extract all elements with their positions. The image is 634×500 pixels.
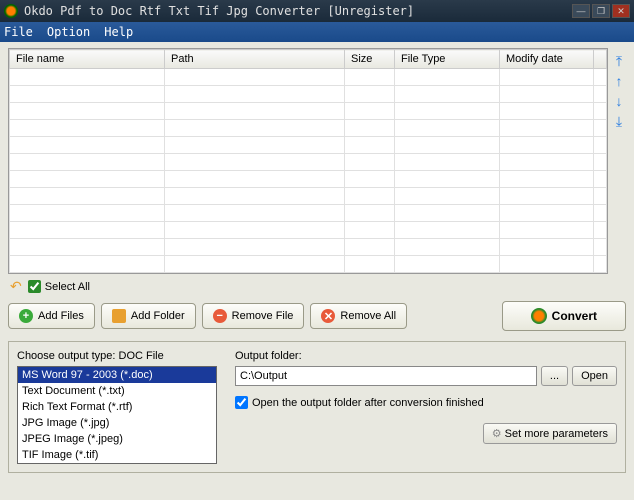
list-item[interactable]: JPG Image (*.jpg) [18, 415, 216, 431]
table-row [10, 256, 607, 273]
move-bottom-icon[interactable]: ⤓ [611, 113, 627, 129]
up-folder-icon[interactable]: ↶ [10, 278, 22, 295]
col-spacer [594, 50, 607, 69]
col-path[interactable]: Path [165, 50, 345, 69]
output-folder-label: Output folder: [235, 350, 617, 362]
file-table[interactable]: File name Path Size File Type Modify dat… [9, 49, 607, 273]
set-more-parameters-button[interactable]: ⚙ Set more parameters [483, 423, 617, 444]
convert-button[interactable]: Convert [502, 301, 626, 331]
table-row [10, 69, 607, 86]
table-row [10, 86, 607, 103]
list-item[interactable]: JPEG Image (*.jpeg) [18, 431, 216, 447]
folder-icon [112, 309, 126, 323]
select-all-label: Select All [45, 281, 90, 293]
remove-file-button[interactable]: −Remove File [202, 303, 305, 329]
add-folder-label: Add Folder [131, 310, 185, 322]
menubar: File Option Help [0, 22, 634, 42]
convert-label: Convert [552, 309, 597, 323]
minimize-button[interactable]: — [572, 4, 590, 18]
file-table-wrap: File name Path Size File Type Modify dat… [8, 48, 608, 274]
list-item[interactable]: MS Word 97 - 2003 (*.doc) [18, 367, 216, 383]
table-row [10, 103, 607, 120]
open-after-label: Open the output folder after conversion … [252, 397, 484, 409]
settings-panel: Choose output type: DOC File MS Word 97 … [8, 341, 626, 473]
table-row [10, 137, 607, 154]
set-more-label: Set more parameters [505, 428, 608, 440]
table-row [10, 154, 607, 171]
table-row [10, 120, 607, 137]
menu-help[interactable]: Help [104, 25, 133, 39]
maximize-button[interactable]: ❐ [592, 4, 610, 18]
add-files-button[interactable]: + Add Files [8, 303, 95, 329]
table-row [10, 171, 607, 188]
col-filetype[interactable]: File Type [395, 50, 500, 69]
col-size[interactable]: Size [345, 50, 395, 69]
open-folder-button[interactable]: Open [572, 366, 617, 386]
col-modifydate[interactable]: Modify date [500, 50, 594, 69]
reorder-arrows: ⤒ ↑ ↓ ⤓ [611, 53, 627, 129]
app-icon [4, 4, 18, 18]
table-row [10, 205, 607, 222]
list-item[interactable]: Text Document (*.txt) [18, 383, 216, 399]
select-all-checkbox[interactable]: Select All [28, 280, 90, 293]
remove-all-label: Remove All [340, 310, 396, 322]
window-title: Okdo Pdf to Doc Rtf Txt Tif Jpg Converte… [24, 4, 572, 18]
add-files-label: Add Files [38, 310, 84, 322]
close-button[interactable]: ✕ [612, 4, 630, 18]
col-filename[interactable]: File name [10, 50, 165, 69]
remove-file-label: Remove File [232, 310, 294, 322]
output-type-label: Choose output type: DOC File [17, 350, 217, 362]
x-icon: ✕ [321, 309, 335, 323]
add-folder-button[interactable]: Add Folder [101, 303, 196, 329]
plus-icon: + [19, 309, 33, 323]
titlebar: Okdo Pdf to Doc Rtf Txt Tif Jpg Converte… [0, 0, 634, 22]
remove-all-button[interactable]: ✕ Remove All [310, 303, 407, 329]
list-item[interactable]: TIF Image (*.tif) [18, 447, 216, 463]
table-row [10, 188, 607, 205]
move-down-icon[interactable]: ↓ [611, 93, 627, 109]
menu-option[interactable]: Option [47, 25, 90, 39]
table-row [10, 222, 607, 239]
convert-icon [531, 308, 547, 324]
window-controls: — ❐ ✕ [572, 4, 630, 18]
open-after-checkbox[interactable]: Open the output folder after conversion … [235, 396, 617, 409]
browse-button[interactable]: ... [541, 366, 568, 386]
output-type-listbox[interactable]: MS Word 97 - 2003 (*.doc) Text Document … [17, 366, 217, 464]
open-after-input[interactable] [235, 396, 248, 409]
move-up-icon[interactable]: ↑ [611, 73, 627, 89]
menu-file[interactable]: File [4, 25, 33, 39]
gear-icon: ⚙ [492, 428, 502, 440]
output-folder-input[interactable] [235, 366, 537, 386]
minus-icon: − [213, 309, 227, 323]
list-item[interactable]: Rich Text Format (*.rtf) [18, 399, 216, 415]
table-row [10, 239, 607, 256]
select-all-input[interactable] [28, 280, 41, 293]
move-top-icon[interactable]: ⤒ [611, 53, 627, 69]
